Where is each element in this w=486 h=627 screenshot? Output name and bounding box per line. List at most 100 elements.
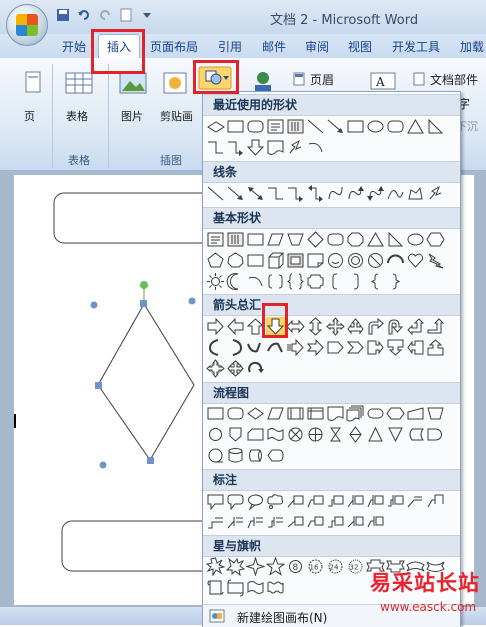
curved-left-arrow-shape-icon[interactable]	[226, 338, 245, 357]
border-callout-2-icon[interactable]	[306, 513, 325, 532]
octagon-shape-icon[interactable]	[346, 230, 365, 249]
tab-references[interactable]: 引用	[218, 38, 242, 55]
quad-arrow-callout-shape-icon[interactable]	[206, 359, 225, 378]
flowchart-manual-input-icon[interactable]	[406, 404, 425, 423]
text-box-shape-icon[interactable]	[206, 230, 225, 249]
rectangle-shape-icon[interactable]	[346, 117, 365, 136]
16-point-star-icon[interactable]: 16	[306, 557, 325, 576]
double-brace-shape-icon[interactable]	[286, 272, 305, 291]
curved-connector-icon[interactable]	[326, 184, 345, 203]
bevel-shape-icon[interactable]	[286, 251, 305, 270]
header-button-label[interactable]: 页眉	[310, 71, 334, 88]
office-button[interactable]	[6, 4, 48, 46]
picture-icon[interactable]	[118, 70, 148, 98]
flowchart-preparation-icon[interactable]	[386, 404, 405, 423]
table-icon[interactable]	[64, 70, 94, 98]
double-bracket-shape-icon[interactable]	[266, 272, 285, 291]
customize-qat-icon[interactable]	[140, 8, 154, 22]
up-down-arrow-shape-icon[interactable]	[306, 317, 325, 336]
left-up-arrow-shape-icon[interactable]	[406, 317, 425, 336]
accent-callout-icon[interactable]	[226, 513, 245, 532]
flowchart-manual-operation-icon[interactable]	[426, 404, 445, 423]
line-shape-icon[interactable]	[306, 117, 325, 136]
flowchart-sort-icon[interactable]	[346, 425, 365, 444]
line-callout-icon[interactable]	[286, 492, 305, 511]
flowchart-delay-icon[interactable]	[426, 425, 445, 444]
curved-down-arrow-shape-icon[interactable]	[266, 338, 285, 357]
double-arrow-line-shape-icon[interactable]	[246, 184, 265, 203]
accent-border-callout-icon[interactable]	[346, 513, 365, 532]
left-right-arrow-shape-icon[interactable]	[286, 317, 305, 336]
vertical-text-box-shape-icon[interactable]	[226, 230, 245, 249]
terminator-shape-bottom[interactable]	[61, 520, 204, 572]
wave-icon[interactable]	[246, 578, 265, 597]
drawing-canvas[interactable]	[14, 175, 204, 605]
flowchart-internal-storage-icon[interactable]	[306, 404, 325, 423]
u-turn-arrow-shape-icon[interactable]	[386, 317, 405, 336]
oval-callout-icon[interactable]	[246, 492, 265, 511]
line-callout-no-border-icon[interactable]	[406, 492, 425, 511]
tab-home[interactable]: 开始	[62, 38, 86, 55]
diamond-shape-icon[interactable]	[306, 230, 325, 249]
trapezoid-shape-icon[interactable]	[286, 230, 305, 249]
line-callout-3-no-border-icon[interactable]	[206, 513, 225, 532]
elbow-double-arrow-connector-icon[interactable]	[306, 184, 325, 203]
pentagon-arrow-shape-icon[interactable]	[326, 338, 345, 357]
triangle-shape-icon[interactable]	[406, 117, 425, 136]
pentagon-shape-icon[interactable]	[206, 251, 225, 270]
table-button-label[interactable]: 表格	[66, 108, 88, 124]
block-arc-shape-icon[interactable]	[386, 251, 405, 270]
parallelogram-shape-icon[interactable]	[266, 230, 285, 249]
flowchart-terminator-icon[interactable]	[366, 404, 385, 423]
24-point-star-icon[interactable]: 24	[326, 557, 345, 576]
right-triangle-shape-icon[interactable]	[426, 117, 445, 136]
lightning-bolt-shape-icon[interactable]	[426, 251, 445, 270]
line-callout-3-icon[interactable]	[326, 492, 345, 511]
accent-border-callout-2-icon[interactable]	[366, 513, 385, 532]
scribble-shape-icon[interactable]	[426, 184, 445, 203]
oval-shape-icon[interactable]	[406, 230, 425, 249]
arrow-line-shape-icon[interactable]	[326, 117, 345, 136]
heart-shape-icon[interactable]	[406, 251, 425, 270]
flowchart-multidocument-icon[interactable]	[346, 404, 365, 423]
page-icon[interactable]	[18, 70, 48, 98]
curved-up-arrow-shape-icon[interactable]	[246, 338, 265, 357]
tab-view[interactable]: 视图	[348, 38, 372, 55]
diamond-shape-icon[interactable]	[206, 117, 225, 136]
redo-icon[interactable]	[98, 8, 112, 22]
textbox-icon[interactable]: A	[370, 72, 396, 90]
border-callout-3-icon[interactable]	[326, 513, 345, 532]
cube-shape-icon[interactable]	[266, 251, 285, 270]
notched-right-arrow-shape-icon[interactable]	[306, 338, 325, 357]
horizontal-scroll-icon[interactable]	[226, 578, 245, 597]
tab-developer[interactable]: 开发工具	[392, 38, 440, 55]
flowchart-off-page-connector-icon[interactable]	[226, 425, 245, 444]
flowchart-or-icon[interactable]	[306, 425, 325, 444]
rectangle-shape-icon[interactable]	[246, 230, 265, 249]
border-callout-icon[interactable]	[286, 513, 305, 532]
curved-right-arrow-shape-icon[interactable]	[206, 338, 225, 357]
flowchart-process-icon[interactable]	[206, 404, 225, 423]
elbow-connector-icon[interactable]	[206, 138, 225, 157]
flowchart-predefined-process-icon[interactable]	[286, 404, 305, 423]
flowchart-magnetic-disk-icon[interactable]	[226, 446, 245, 465]
save-icon[interactable]	[56, 8, 70, 22]
curve-shape-icon[interactable]	[386, 184, 405, 203]
clipart-button-label[interactable]: 剪贴画	[160, 108, 193, 124]
accent-callout-3-icon[interactable]	[266, 513, 285, 532]
text-box-shape-icon[interactable]	[266, 117, 285, 136]
right-triangle-shape-icon[interactable]	[386, 230, 405, 249]
accent-callout-2-icon[interactable]	[246, 513, 265, 532]
left-arrow-shape-icon[interactable]	[226, 317, 245, 336]
hexagon-shape-icon[interactable]	[426, 230, 445, 249]
right-arrow-callout-shape-icon[interactable]	[366, 338, 385, 357]
striped-right-arrow-shape-icon[interactable]	[286, 338, 305, 357]
flowchart-alternate-process-icon[interactable]	[226, 404, 245, 423]
down-arrow-callout-shape-icon[interactable]	[386, 338, 405, 357]
down-arrow-shape-icon[interactable]	[246, 138, 265, 157]
flowchart-collate-icon[interactable]	[326, 425, 345, 444]
up-arrow-callout-shape-icon[interactable]	[426, 338, 445, 357]
left-right-arrow-callout-shape-icon[interactable]	[226, 359, 245, 378]
quad-arrow-shape-icon[interactable]	[326, 317, 345, 336]
resize-handle[interactable]	[188, 297, 196, 305]
